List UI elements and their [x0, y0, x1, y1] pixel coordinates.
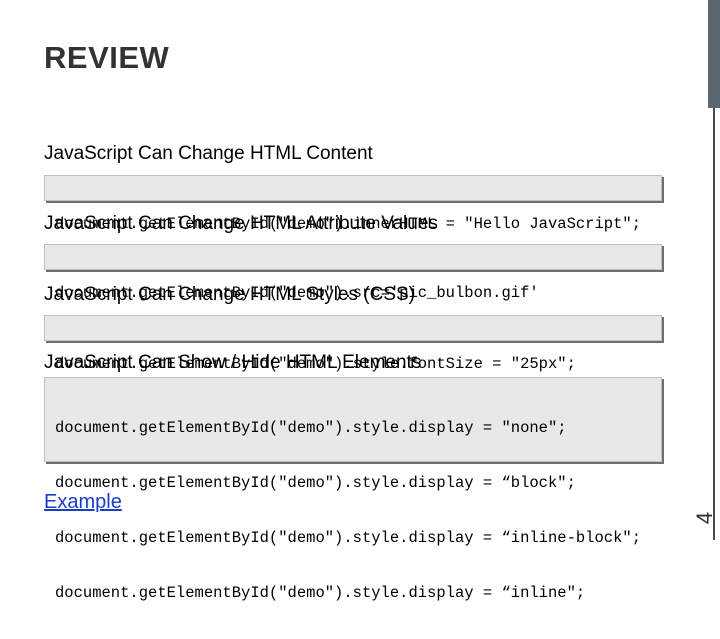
accent-bar: [708, 0, 720, 108]
section-heading-content: JavaScript Can Change HTML Content: [44, 143, 373, 164]
example-link[interactable]: Example: [44, 491, 122, 514]
code-line: document.getElementById("demo").style.di…: [55, 419, 567, 437]
side-divider: [713, 108, 715, 540]
code-box-content: document.getElementById("demo").innerHTM…: [44, 175, 662, 233]
code-line: document.getElementById("demo").style.di…: [55, 529, 641, 547]
section-heading-styles: JavaScript Can Change HTML Styles (CSS): [44, 284, 415, 305]
code-line: document.getElementById("demo").style.di…: [55, 584, 586, 602]
code-box-styles: document.getElementById("demo").style.fo…: [44, 315, 662, 373]
slide-title: REVIEW: [44, 40, 170, 75]
section-heading-attribute: JavaScript Can Change HTML Attribute Val…: [44, 213, 438, 234]
code-line: document.getElementById("demo").style.di…: [55, 474, 576, 492]
code-box-attribute: document.getElementById("demo").src='pic…: [44, 244, 662, 302]
code-box-show-hide: document.getElementById("demo").style.di…: [44, 377, 662, 602]
section-heading-show-hide: JavaScript Can Show / Hide HTML Elements: [44, 352, 422, 373]
slide-number: 4: [692, 511, 717, 525]
